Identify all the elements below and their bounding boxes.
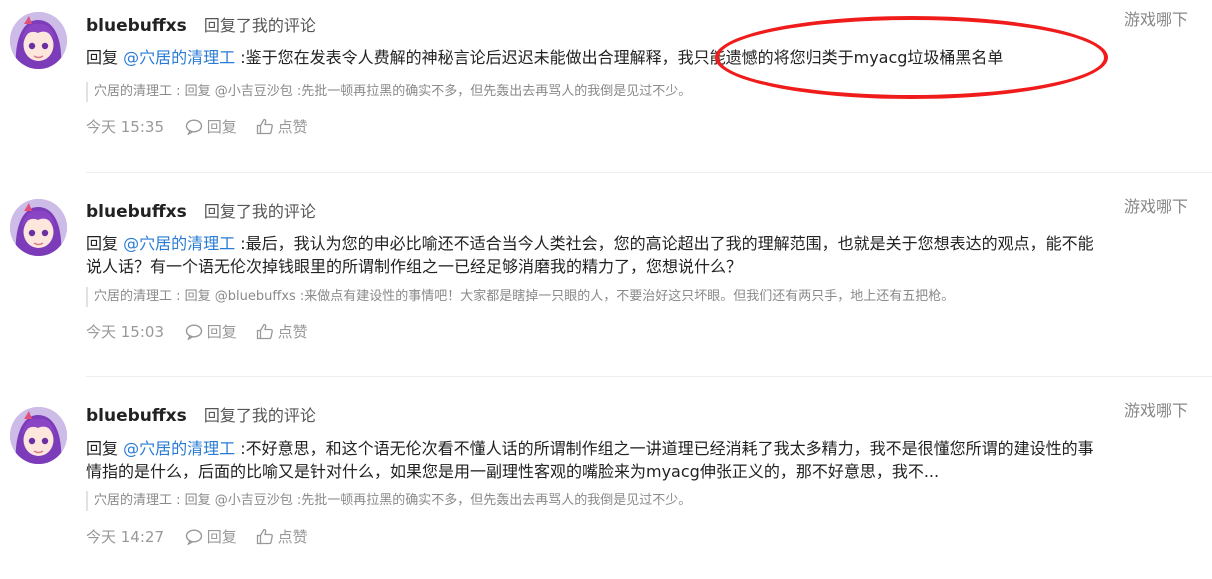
- username[interactable]: bluebuffxs: [86, 202, 187, 222]
- like-label: 点赞: [277, 118, 308, 136]
- like-button[interactable]: 点赞: [256, 321, 308, 343]
- quoted-comment: 穴居的清理工 : 回复 @小吉豆沙包 :先批一顿再拉黑的确实不多，但先轰出去再骂…: [86, 491, 1104, 511]
- comment-bubble-icon: [185, 324, 202, 341]
- thumbs-up-icon: [256, 528, 273, 545]
- avatar[interactable]: [10, 12, 67, 69]
- source-label[interactable]: 游戏哪下: [1124, 397, 1188, 421]
- thumbs-up-icon: [256, 323, 273, 340]
- timestamp: 今天 14:27: [86, 528, 164, 546]
- timestamp: 今天 15:35: [86, 118, 164, 136]
- comment-item: bluebuffxs 回复了我的评论 游戏哪下 回复 @穴居的清理工 :鉴于您在…: [0, 0, 1212, 190]
- timestamp: 今天 15:03: [86, 323, 164, 341]
- mention-link[interactable]: @穴居的清理工: [123, 48, 235, 67]
- comment-body: :最后，我认为您的申必比喻还不适合当今人类社会，您的高论超出了我的理解范围，也就…: [86, 234, 1094, 276]
- reply-button[interactable]: 回复: [185, 321, 237, 343]
- action-text: 回复了我的评论: [203, 202, 316, 221]
- source-label[interactable]: 游戏哪下: [1124, 193, 1188, 217]
- reply-label: 回复: [206, 323, 237, 341]
- username[interactable]: bluebuffxs: [86, 406, 187, 426]
- comment-text: 回复 @穴居的清理工 :鉴于您在发表令人费解的神秘言论后迟迟未能做出合理解释，我…: [86, 46, 1104, 69]
- divider: [86, 376, 1212, 377]
- comment-body: :不好意思，和这个语无伦次看不懂人话的所谓制作组之一讲道理已经消耗了我太多精力，…: [86, 439, 1094, 481]
- comment-text: 回复 @穴居的清理工 :不好意思，和这个语无伦次看不懂人话的所谓制作组之一讲道理…: [86, 437, 1104, 483]
- reply-button[interactable]: 回复: [185, 116, 237, 138]
- comment-item: bluebuffxs 回复了我的评论 游戏哪下 回复 @穴居的清理工 :不好意思…: [0, 376, 1212, 566]
- reply-label: 回复: [206, 528, 237, 546]
- thumbs-up-icon: [256, 118, 273, 135]
- username[interactable]: bluebuffxs: [86, 16, 187, 36]
- reply-label: 回复: [206, 118, 237, 136]
- comment-body: :鉴于您在发表令人费解的神秘言论后迟迟未能做出合理解释，我只能遗憾的将您归类于m…: [240, 48, 1004, 67]
- avatar[interactable]: [10, 199, 67, 256]
- action-text: 回复了我的评论: [203, 406, 316, 425]
- comment-bubble-icon: [185, 119, 202, 136]
- quoted-comment: 穴居的清理工 : 回复 @bluebuffxs :来做点有建设性的事情吧！大家都…: [86, 287, 1104, 307]
- reply-prefix: 回复: [86, 439, 119, 458]
- comment-item: bluebuffxs 回复了我的评论 游戏哪下 回复 @穴居的清理工 :最后，我…: [0, 172, 1212, 362]
- quoted-comment: 穴居的清理工 : 回复 @小吉豆沙包 :先批一顿再拉黑的确实不多，但先轰出去再骂…: [86, 82, 1104, 102]
- reply-prefix: 回复: [86, 234, 119, 253]
- reply-prefix: 回复: [86, 48, 119, 67]
- mention-link[interactable]: @穴居的清理工: [123, 439, 235, 458]
- source-label[interactable]: 游戏哪下: [1124, 6, 1188, 30]
- comment-bubble-icon: [185, 529, 202, 546]
- like-button[interactable]: 点赞: [256, 116, 308, 138]
- like-button[interactable]: 点赞: [256, 526, 308, 548]
- mention-link[interactable]: @穴居的清理工: [123, 234, 235, 253]
- divider: [86, 172, 1212, 173]
- comment-text: 回复 @穴居的清理工 :最后，我认为您的申必比喻还不适合当今人类社会，您的高论超…: [86, 232, 1104, 278]
- like-label: 点赞: [277, 528, 308, 546]
- reply-button[interactable]: 回复: [185, 526, 237, 548]
- avatar[interactable]: [10, 407, 67, 464]
- action-text: 回复了我的评论: [203, 16, 316, 35]
- like-label: 点赞: [277, 323, 308, 341]
